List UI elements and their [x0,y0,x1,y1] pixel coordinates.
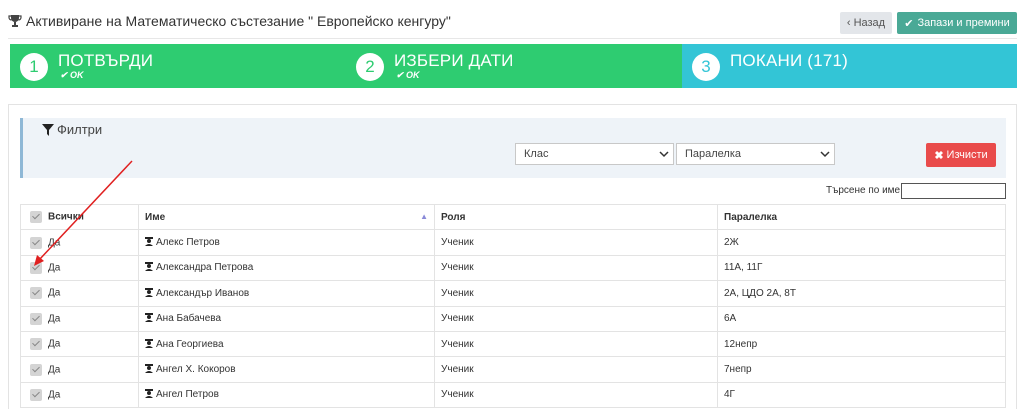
step-label: ИЗБЕРИ ДАТИ [394,51,514,70]
search-input[interactable] [901,183,1006,199]
save-button-label: Запази и премини [917,17,1010,29]
table-row[interactable]: Да Александра Петрова Ученик 11А, 11Г [20,254,1006,282]
student-icon [145,287,153,297]
table-row[interactable]: Да Алекс Петров Ученик 2Ж [20,229,1006,256]
section-column-header[interactable]: Паралелка [717,203,1006,231]
chevron-down-icon [659,151,669,158]
back-button[interactable]: ‹ Назад [840,12,892,34]
chevron-left-icon: ‹ [846,17,851,29]
name-cell: Ангел Петров [138,381,435,409]
step-number: 2 [356,53,384,81]
step-number: 3 [692,53,720,81]
filters-title: Филтри [42,122,102,137]
select-cell[interactable]: Да [20,305,139,332]
row-checkbox[interactable] [30,312,42,325]
section-cell: 7непр [717,356,1006,383]
select-cell[interactable]: Да [20,356,139,383]
wizard-step-confirm[interactable]: 1 ПОТВЪРДИ ✔ OK [10,44,346,88]
role-cell: Ученик [434,381,718,409]
student-icon [145,262,153,272]
section-cell: 6А [717,305,1006,332]
save-and-continue-button[interactable]: ✔ Запази и премини [897,12,1017,34]
name-column-header[interactable]: Име ▲ [138,203,435,231]
sort-asc-icon: ▲ [420,211,428,221]
table-row[interactable]: Да Ана Георгиева Ученик 12непр [20,330,1006,358]
student-icon [145,313,153,323]
student-icon [145,364,153,374]
student-icon [145,389,153,399]
table-row[interactable]: Да Александър Иванов Ученик 2А, ЦДО 2А, 8Т [20,280,1006,307]
chevron-down-icon [820,151,830,158]
section-cell: 2Ж [717,229,1006,256]
row-checkbox[interactable] [30,363,42,376]
trophy-icon [8,15,22,27]
step-status: ✔ OK [60,70,84,80]
page-title: Активиране на Математическо състезание "… [8,13,451,29]
name-cell: Ангел Х. Кокоров [138,356,435,383]
close-icon: ✖ [934,149,944,162]
back-button-label: Назад [853,17,886,29]
table-row[interactable]: Да Ангел Петров Ученик 4Г [20,381,1006,409]
role-cell: Ученик [434,356,718,383]
role-cell: Ученик [434,254,718,282]
search-label: Търсене по име: [826,185,903,196]
select-all-checkbox[interactable] [30,211,42,224]
class-select-value: Клас [524,148,549,160]
check-icon: ✔ [904,17,914,30]
row-checkbox[interactable] [30,236,42,249]
table-row[interactable]: Да Ана Бабачева Ученик 6А [20,305,1006,332]
table-row[interactable]: Да Ангел Х. Кокоров Ученик 7непр [20,356,1006,383]
role-cell: Ученик [434,330,718,358]
class-select[interactable]: Клас [515,143,674,165]
student-icon [145,237,153,247]
name-cell: Ана Георгиева [138,330,435,358]
name-cell: Александър Иванов [138,280,435,307]
wizard-steps: 1 ПОТВЪРДИ ✔ OK 2 ИЗБЕРИ ДАТИ ✔ OK 3 ПОК… [10,44,1017,88]
select-all-header[interactable]: Всички [20,203,139,231]
table-header-row: Всички Име ▲ Роля Паралелка [20,203,1006,231]
row-checkbox[interactable] [30,338,42,351]
check-icon: ✔ [396,70,407,80]
row-checkbox[interactable] [30,261,42,274]
filters-title-text: Филтри [57,122,103,137]
select-cell[interactable]: Да [20,280,139,307]
section-cell: 11А, 11Г [717,254,1006,282]
section-select-value: Паралелка [685,148,742,160]
section-cell: 4Г [717,381,1006,409]
clear-filters-button[interactable]: ✖ Изчисти [926,143,996,167]
step-label: ПОТВЪРДИ [58,51,154,70]
row-checkbox[interactable] [30,287,42,300]
students-table: Всички Име ▲ Роля Паралелка Да Алекс Петро… [20,203,1006,409]
select-cell[interactable]: Да [20,381,139,409]
select-cell[interactable]: Да [20,229,139,256]
name-cell: Ана Бабачева [138,305,435,332]
page-title-text: Активиране на Математическо състезание "… [26,13,451,29]
filters-box [20,118,1006,178]
select-cell[interactable]: Да [20,254,139,282]
clear-button-label: Изчисти [946,149,988,161]
section-cell: 2А, ЦДО 2А, 8Т [717,280,1006,307]
check-icon: ✔ [60,70,71,80]
wizard-step-invite[interactable]: 3 ПОКАНИ (171) [682,44,1017,88]
filter-icon [42,123,54,136]
wizard-step-dates[interactable]: 2 ИЗБЕРИ ДАТИ ✔ OK [346,44,682,88]
step-label: ПОКАНИ (171) [730,51,848,70]
step-number: 1 [20,53,48,81]
role-column-header[interactable]: Роля [434,203,718,231]
step-status: ✔ OK [396,70,420,80]
select-cell[interactable]: Да [20,330,139,358]
page-header: Активиране на Математическо състезание "… [0,0,1024,40]
header-divider [8,38,1017,39]
name-cell: Алекс Петров [138,229,435,256]
row-checkbox[interactable] [30,388,42,401]
section-cell: 12непр [717,330,1006,358]
role-cell: Ученик [434,280,718,307]
student-icon [145,338,153,348]
section-select[interactable]: Паралелка [676,143,835,165]
name-cell: Александра Петрова [138,254,435,282]
role-cell: Ученик [434,305,718,332]
role-cell: Ученик [434,229,718,256]
